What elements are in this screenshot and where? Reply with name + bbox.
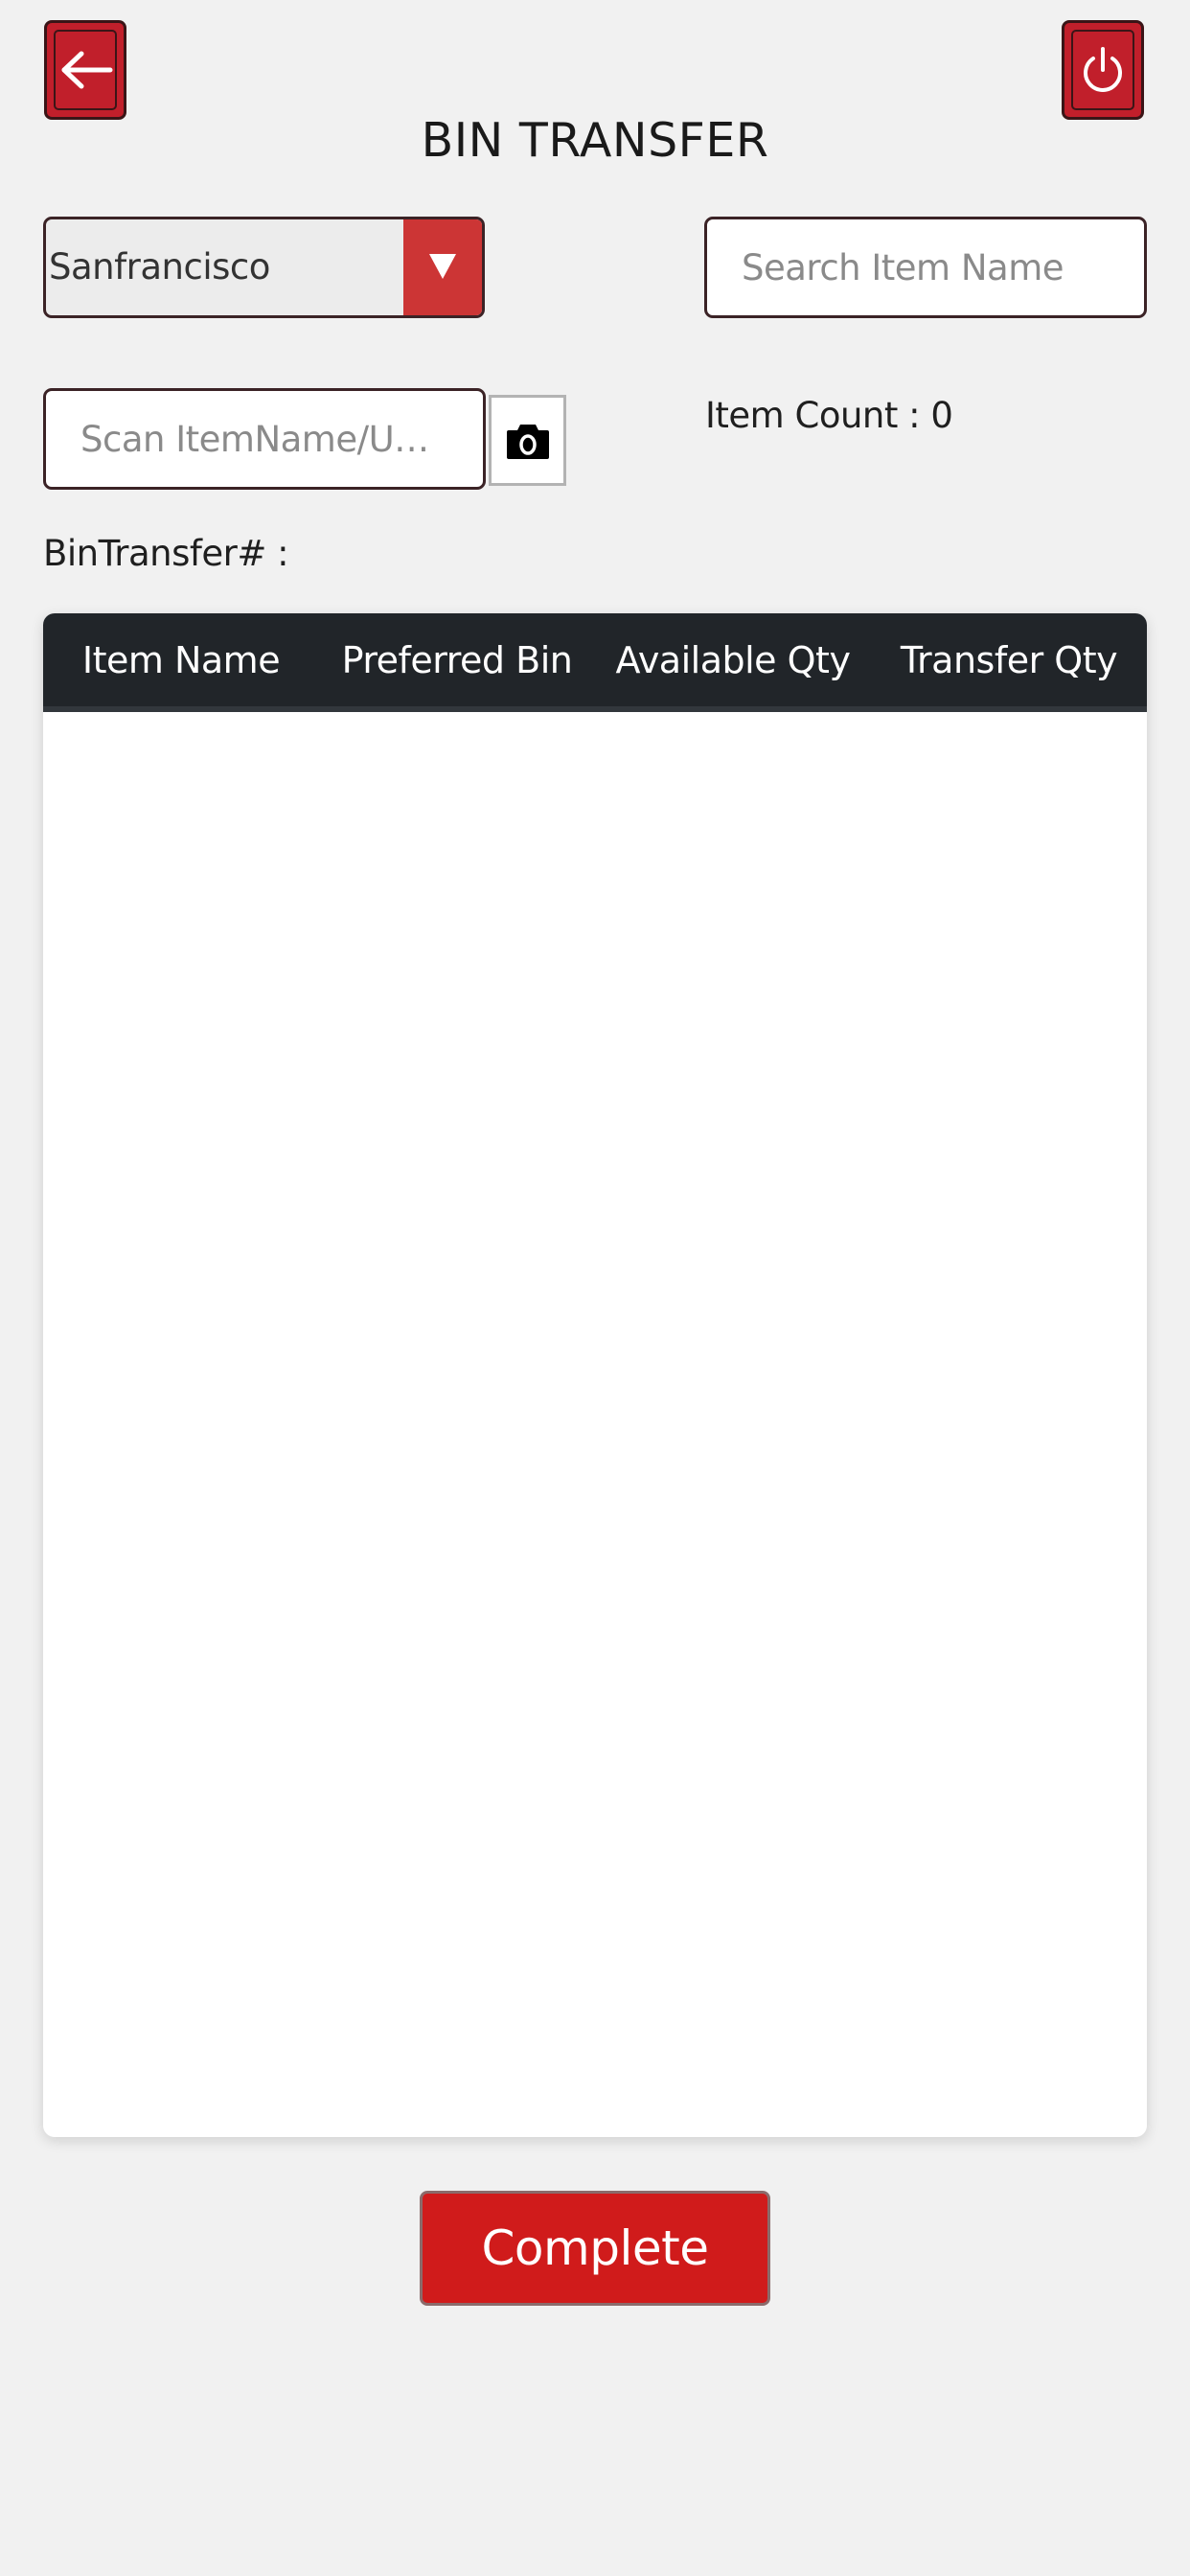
search-item-input[interactable]: [707, 219, 1144, 315]
column-header-preferred-bin: Preferred Bin: [341, 638, 573, 681]
column-header-available-qty: Available Qty: [615, 638, 851, 681]
camera-button[interactable]: [489, 395, 566, 486]
item-count: Item Count : 0: [705, 395, 953, 436]
arrow-left-icon: [57, 51, 114, 89]
column-header-item-name: Item Name: [81, 638, 281, 681]
scan-item-input[interactable]: [46, 391, 483, 487]
triangle-down-icon: [427, 252, 458, 281]
search-item-field: [704, 217, 1147, 318]
items-table: Item Name Preferred Bin Available Qty Tr…: [43, 613, 1147, 2137]
logout-button[interactable]: [1062, 20, 1144, 120]
table-body: [43, 712, 1147, 2137]
page-title: BIN TRANSFER: [421, 113, 769, 168]
back-button[interactable]: [44, 20, 126, 120]
column-header-transfer-qty: Transfer Qty: [900, 638, 1118, 681]
location-select[interactable]: Sanfrancisco: [43, 217, 485, 318]
bin-transfer-number-label: BinTransfer# :: [43, 533, 289, 574]
complete-button[interactable]: Complete: [420, 2191, 770, 2306]
table-header: Item Name Preferred Bin Available Qty Tr…: [43, 613, 1147, 712]
power-icon: [1081, 45, 1125, 95]
scan-item-field: [43, 388, 486, 490]
location-dropdown-button[interactable]: [403, 219, 482, 315]
location-select-value: Sanfrancisco: [49, 246, 270, 288]
camera-icon: [505, 421, 551, 461]
